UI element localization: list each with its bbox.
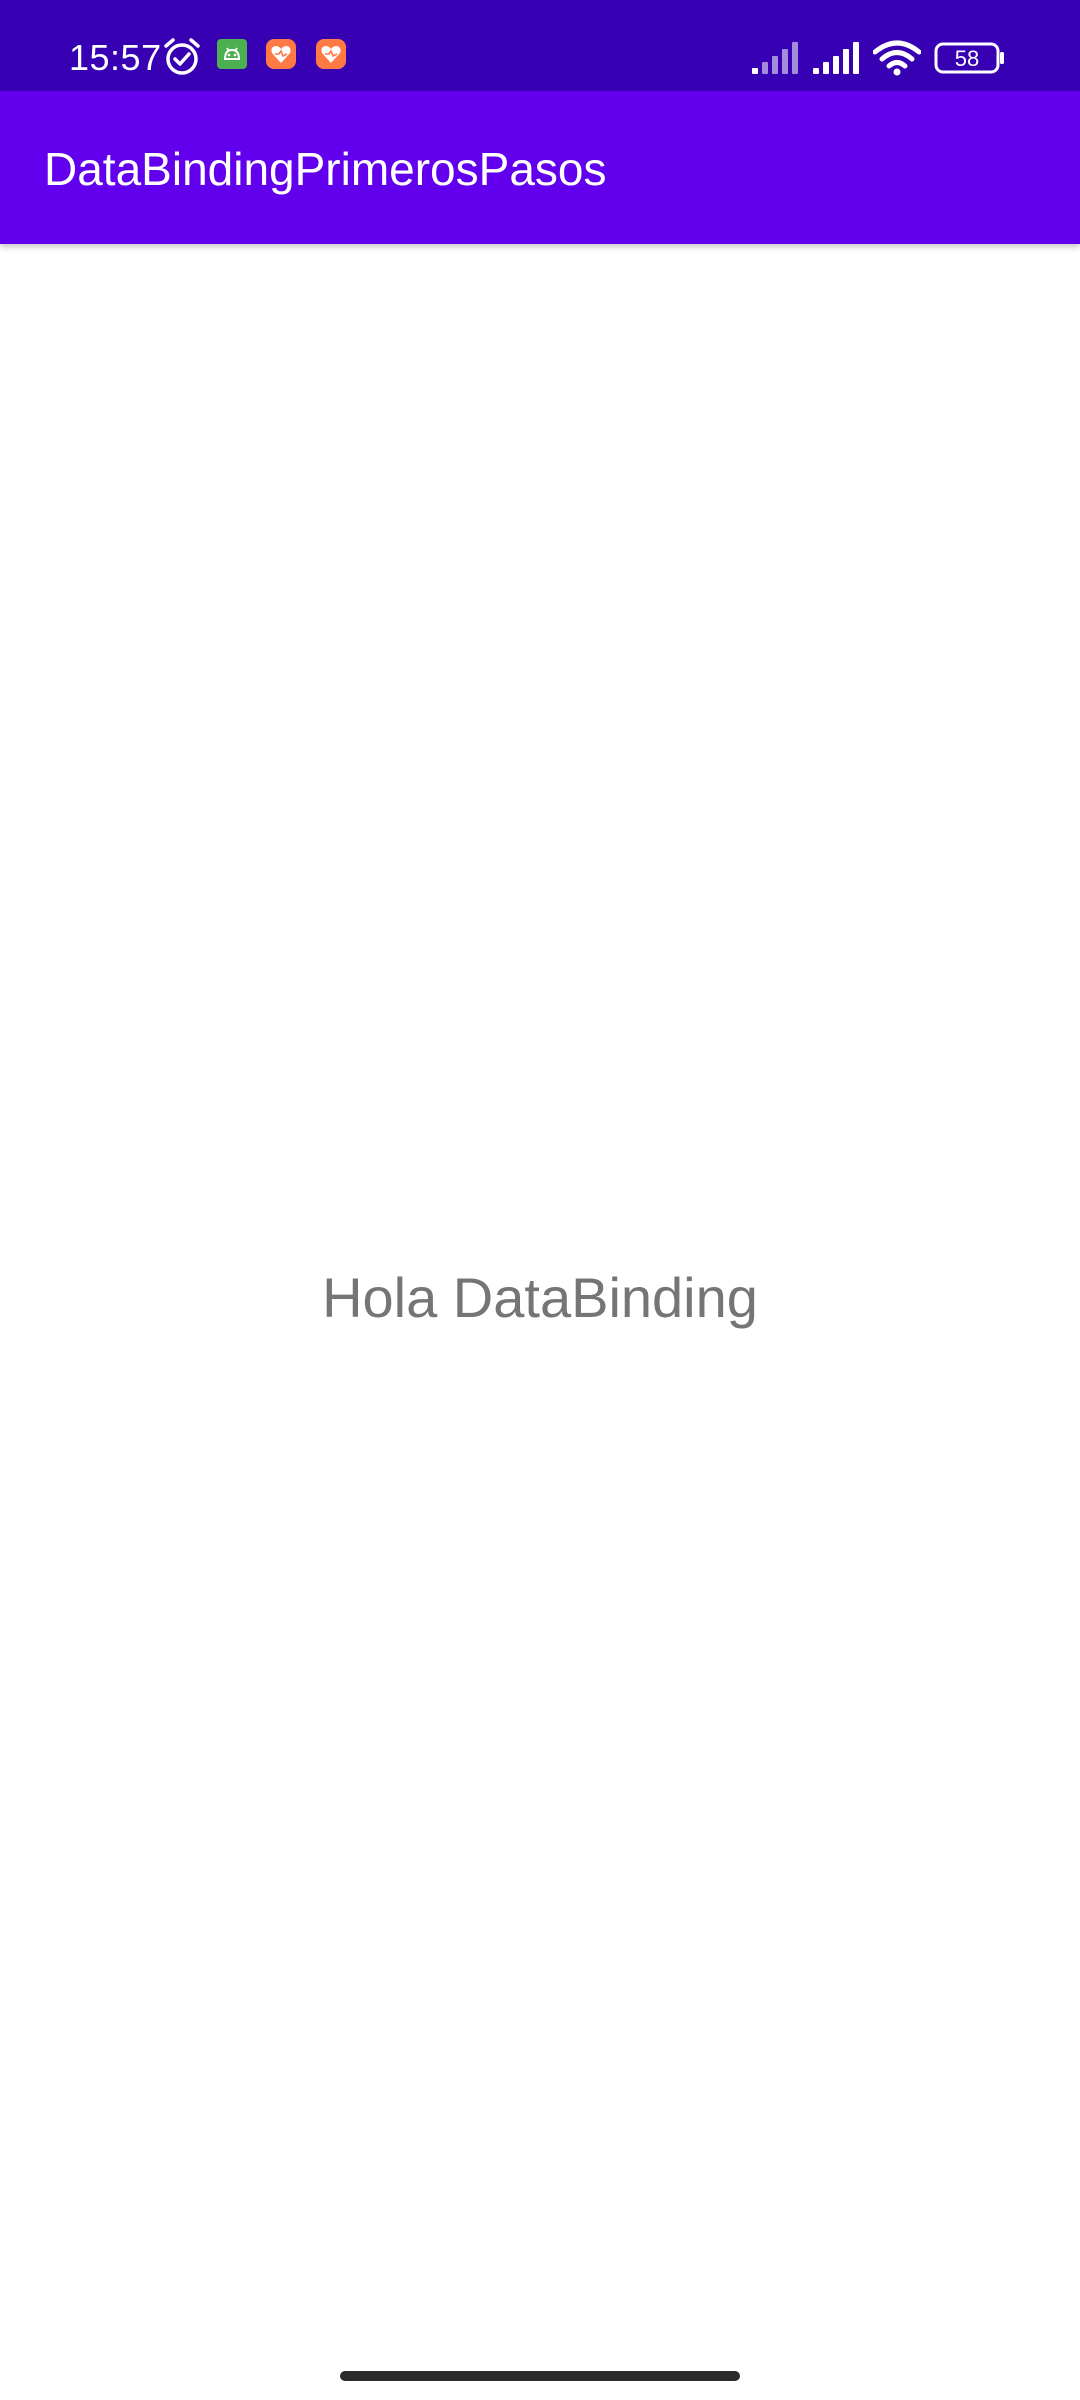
android-app-icon — [217, 39, 247, 74]
status-bar: 15:57 58 — [0, 0, 1080, 91]
wifi-icon — [872, 40, 922, 81]
gesture-nav-handle[interactable] — [340, 2371, 740, 2381]
alarm-icon — [162, 37, 202, 82]
signal-weak-icon — [752, 42, 800, 79]
status-time: 15:57 — [69, 37, 162, 78]
heart-app-icon — [266, 39, 296, 74]
app-title: DataBindingPrimerosPasos — [44, 143, 607, 195]
hello-text: Hola DataBinding — [322, 1266, 758, 1329]
main-content: Hola DataBinding — [0, 244, 1080, 2400]
signal-strong-icon — [813, 42, 861, 79]
battery-level: 58 — [954, 46, 980, 71]
app-bar: DataBindingPrimerosPasos — [0, 91, 1080, 244]
heart-app-icon — [316, 39, 346, 74]
